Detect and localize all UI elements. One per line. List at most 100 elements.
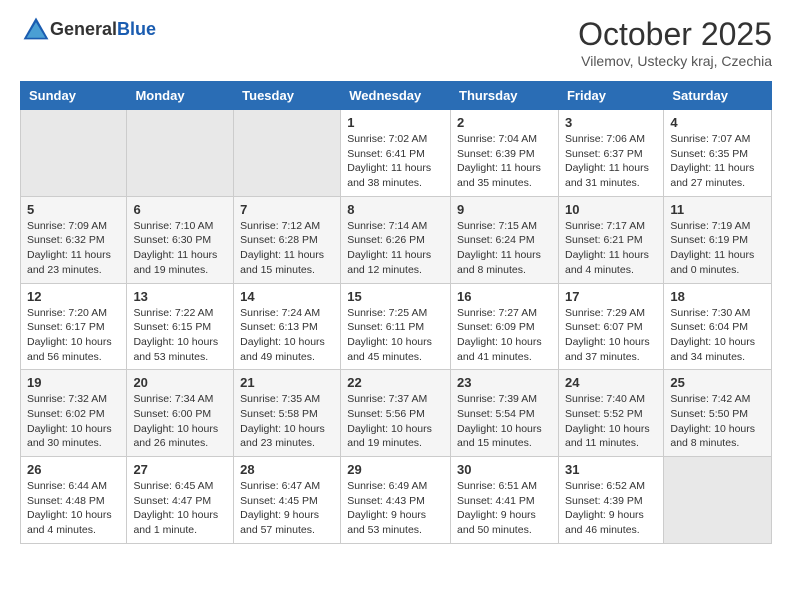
day-number: 22: [347, 375, 444, 390]
day-number: 5: [27, 202, 120, 217]
logo: GeneralBlue: [20, 16, 156, 44]
day-number: 2: [457, 115, 552, 130]
day-info: Sunrise: 6:44 AM Sunset: 4:48 PM Dayligh…: [27, 479, 120, 538]
day-info: Sunrise: 7:34 AM Sunset: 6:00 PM Dayligh…: [133, 392, 227, 451]
day-info: Sunrise: 7:04 AM Sunset: 6:39 PM Dayligh…: [457, 132, 552, 191]
col-wednesday: Wednesday: [341, 82, 451, 110]
calendar-table: Sunday Monday Tuesday Wednesday Thursday…: [20, 81, 772, 544]
logo-blue-text: Blue: [117, 19, 156, 39]
day-info: Sunrise: 7:20 AM Sunset: 6:17 PM Dayligh…: [27, 306, 120, 365]
day-info: Sunrise: 7:40 AM Sunset: 5:52 PM Dayligh…: [565, 392, 657, 451]
day-info: Sunrise: 7:27 AM Sunset: 6:09 PM Dayligh…: [457, 306, 552, 365]
day-info: Sunrise: 7:10 AM Sunset: 6:30 PM Dayligh…: [133, 219, 227, 278]
calendar-week-row: 5 Sunrise: 7:09 AM Sunset: 6:32 PM Daylig…: [21, 196, 772, 283]
table-row: 4 Sunrise: 7:07 AM Sunset: 6:35 PM Daylig…: [664, 110, 772, 197]
day-info: Sunrise: 7:42 AM Sunset: 5:50 PM Dayligh…: [670, 392, 765, 451]
day-number: 21: [240, 375, 334, 390]
table-row: 31 Sunrise: 6:52 AM Sunset: 4:39 PM Dayli…: [558, 457, 663, 544]
day-info: Sunrise: 7:09 AM Sunset: 6:32 PM Dayligh…: [27, 219, 120, 278]
day-number: 23: [457, 375, 552, 390]
day-info: Sunrise: 7:32 AM Sunset: 6:02 PM Dayligh…: [27, 392, 120, 451]
title-area: October 2025 Vilemov, Ustecky kraj, Czec…: [578, 16, 772, 69]
table-row: 21 Sunrise: 7:35 AM Sunset: 5:58 PM Dayli…: [234, 370, 341, 457]
day-number: 29: [347, 462, 444, 477]
calendar-week-row: 12Sunrise: 7:20 AM Sunset: 6:17 PM Dayli…: [21, 283, 772, 370]
day-number: 14: [240, 289, 334, 304]
day-info: Sunrise: 7:02 AM Sunset: 6:41 PM Dayligh…: [347, 132, 444, 191]
table-row: 19Sunrise: 7:32 AM Sunset: 6:02 PM Dayli…: [21, 370, 127, 457]
day-info: Sunrise: 6:49 AM Sunset: 4:43 PM Dayligh…: [347, 479, 444, 538]
col-sunday: Sunday: [21, 82, 127, 110]
table-row: 6 Sunrise: 7:10 AM Sunset: 6:30 PM Daylig…: [127, 196, 234, 283]
day-number: 31: [565, 462, 657, 477]
day-number: 27: [133, 462, 227, 477]
day-info: Sunrise: 6:45 AM Sunset: 4:47 PM Dayligh…: [133, 479, 227, 538]
table-row: 30Sunrise: 6:51 AM Sunset: 4:41 PM Dayli…: [451, 457, 559, 544]
table-row: 9Sunrise: 7:15 AM Sunset: 6:24 PM Daylig…: [451, 196, 559, 283]
day-info: Sunrise: 7:19 AM Sunset: 6:19 PM Dayligh…: [670, 219, 765, 278]
table-row: 12Sunrise: 7:20 AM Sunset: 6:17 PM Dayli…: [21, 283, 127, 370]
day-number: 7: [240, 202, 334, 217]
day-number: 4: [670, 115, 765, 130]
day-number: 6: [133, 202, 227, 217]
table-row: 24 Sunrise: 7:40 AM Sunset: 5:52 PM Dayli…: [558, 370, 663, 457]
day-info: Sunrise: 7:29 AM Sunset: 6:07 PM Dayligh…: [565, 306, 657, 365]
table-row: 26Sunrise: 6:44 AM Sunset: 4:48 PM Dayli…: [21, 457, 127, 544]
calendar-week-row: 1Sunrise: 7:02 AM Sunset: 6:41 PM Daylig…: [21, 110, 772, 197]
day-info: Sunrise: 7:12 AM Sunset: 6:28 PM Dayligh…: [240, 219, 334, 278]
day-info: Sunrise: 7:17 AM Sunset: 6:21 PM Dayligh…: [565, 219, 657, 278]
table-row: 17Sunrise: 7:29 AM Sunset: 6:07 PM Dayli…: [558, 283, 663, 370]
day-info: Sunrise: 7:35 AM Sunset: 5:58 PM Dayligh…: [240, 392, 334, 451]
day-info: Sunrise: 6:47 AM Sunset: 4:45 PM Dayligh…: [240, 479, 334, 538]
day-info: Sunrise: 7:37 AM Sunset: 5:56 PM Dayligh…: [347, 392, 444, 451]
day-number: 10: [565, 202, 657, 217]
col-monday: Monday: [127, 82, 234, 110]
day-info: Sunrise: 7:07 AM Sunset: 6:35 PM Dayligh…: [670, 132, 765, 191]
day-number: 30: [457, 462, 552, 477]
table-row: 1Sunrise: 7:02 AM Sunset: 6:41 PM Daylig…: [341, 110, 451, 197]
day-info: Sunrise: 7:14 AM Sunset: 6:26 PM Dayligh…: [347, 219, 444, 278]
logo-general-text: General: [50, 19, 117, 39]
day-number: 3: [565, 115, 657, 130]
day-info: Sunrise: 6:52 AM Sunset: 4:39 PM Dayligh…: [565, 479, 657, 538]
table-row: 10 Sunrise: 7:17 AM Sunset: 6:21 PM Dayli…: [558, 196, 663, 283]
day-info: Sunrise: 7:25 AM Sunset: 6:11 PM Dayligh…: [347, 306, 444, 365]
logo-icon: [22, 16, 50, 44]
header: GeneralBlue October 2025 Vilemov, Usteck…: [20, 16, 772, 69]
table-row: 18Sunrise: 7:30 AM Sunset: 6:04 PM Dayli…: [664, 283, 772, 370]
table-row: 14Sunrise: 7:24 AM Sunset: 6:13 PM Dayli…: [234, 283, 341, 370]
day-info: Sunrise: 7:30 AM Sunset: 6:04 PM Dayligh…: [670, 306, 765, 365]
calendar-header-row: Sunday Monday Tuesday Wednesday Thursday…: [21, 82, 772, 110]
col-saturday: Saturday: [664, 82, 772, 110]
col-tuesday: Tuesday: [234, 82, 341, 110]
location: Vilemov, Ustecky kraj, Czechia: [578, 53, 772, 69]
day-number: 9: [457, 202, 552, 217]
table-row: 28 Sunrise: 6:47 AM Sunset: 4:45 PM Dayli…: [234, 457, 341, 544]
table-row: 22 Sunrise: 7:37 AM Sunset: 5:56 PM Dayli…: [341, 370, 451, 457]
month-title: October 2025: [578, 16, 772, 53]
calendar-week-row: 26Sunrise: 6:44 AM Sunset: 4:48 PM Dayli…: [21, 457, 772, 544]
col-thursday: Thursday: [451, 82, 559, 110]
day-number: 24: [565, 375, 657, 390]
table-row: [21, 110, 127, 197]
table-row: 2 Sunrise: 7:04 AM Sunset: 6:39 PM Daylig…: [451, 110, 559, 197]
table-row: 7 Sunrise: 7:12 AM Sunset: 6:28 PM Daylig…: [234, 196, 341, 283]
day-info: Sunrise: 7:22 AM Sunset: 6:15 PM Dayligh…: [133, 306, 227, 365]
table-row: 3Sunrise: 7:06 AM Sunset: 6:37 PM Daylig…: [558, 110, 663, 197]
day-info: Sunrise: 7:39 AM Sunset: 5:54 PM Dayligh…: [457, 392, 552, 451]
day-number: 11: [670, 202, 765, 217]
table-row: 27 Sunrise: 6:45 AM Sunset: 4:47 PM Dayli…: [127, 457, 234, 544]
day-number: 8: [347, 202, 444, 217]
table-row: 29 Sunrise: 6:49 AM Sunset: 4:43 PM Dayli…: [341, 457, 451, 544]
col-friday: Friday: [558, 82, 663, 110]
table-row: [664, 457, 772, 544]
table-row: 23 Sunrise: 7:39 AM Sunset: 5:54 PM Dayli…: [451, 370, 559, 457]
day-number: 15: [347, 289, 444, 304]
table-row: 11 Sunrise: 7:19 AM Sunset: 6:19 PM Dayli…: [664, 196, 772, 283]
page: GeneralBlue October 2025 Vilemov, Usteck…: [0, 0, 792, 560]
day-number: 28: [240, 462, 334, 477]
table-row: 25Sunrise: 7:42 AM Sunset: 5:50 PM Dayli…: [664, 370, 772, 457]
table-row: 13 Sunrise: 7:22 AM Sunset: 6:15 PM Dayli…: [127, 283, 234, 370]
table-row: 5 Sunrise: 7:09 AM Sunset: 6:32 PM Daylig…: [21, 196, 127, 283]
day-number: 13: [133, 289, 227, 304]
